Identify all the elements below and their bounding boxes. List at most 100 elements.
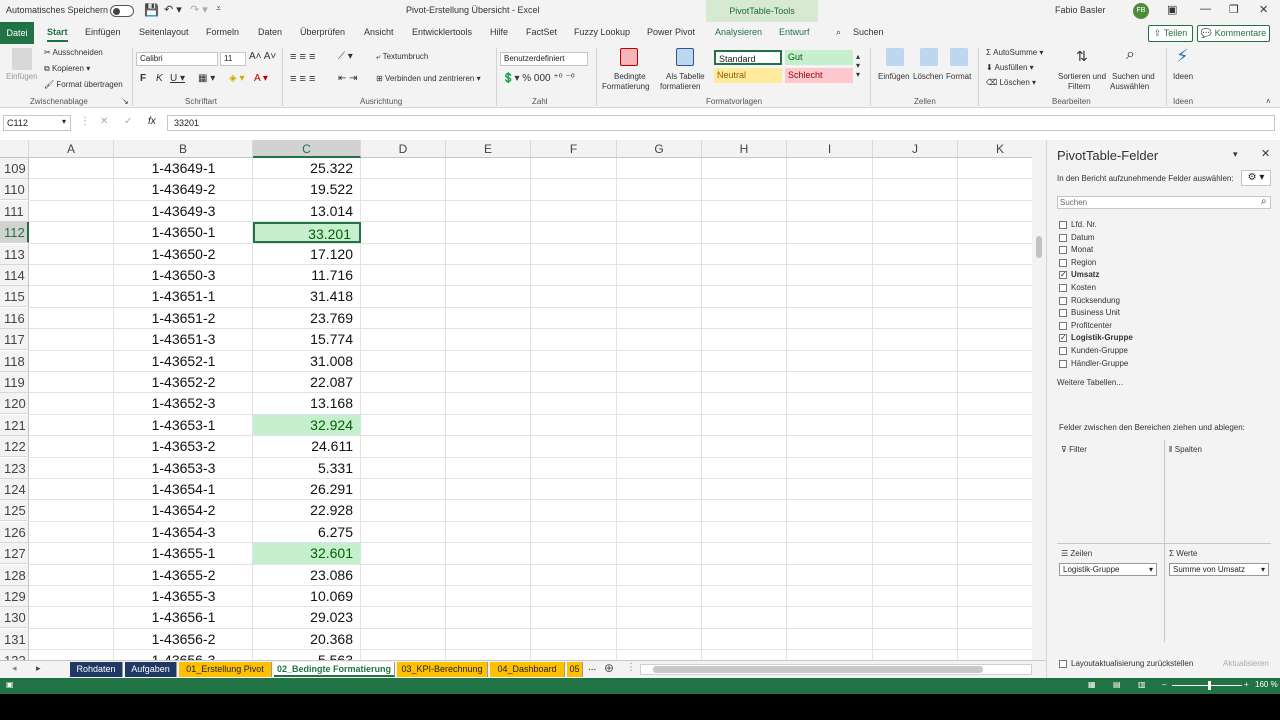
field-label[interactable]: Umsatz	[1071, 270, 1099, 279]
cell-c[interactable]: 22.928	[253, 500, 361, 521]
cell-c[interactable]: 26.291	[253, 479, 361, 500]
prev-sheet-icon[interactable]: ◂	[12, 663, 17, 674]
defer-update-checkbox[interactable]	[1059, 660, 1067, 668]
field-checkbox[interactable]	[1059, 296, 1067, 305]
column-header-d[interactable]: D	[361, 140, 446, 158]
clipboard-icon[interactable]	[12, 48, 32, 70]
column-header-a[interactable]: A	[29, 140, 114, 158]
ideas-icon[interactable]: ⚡	[1176, 46, 1189, 67]
cell-c[interactable]: 25.322	[253, 158, 361, 179]
field-label[interactable]: Kosten	[1071, 283, 1096, 292]
cell-b[interactable]: 1-43651-1	[114, 286, 253, 307]
update-button[interactable]: Aktualisieren	[1223, 659, 1269, 668]
cell-b[interactable]: 1-43649-2	[114, 179, 253, 200]
border-icon[interactable]: ▦ ▾	[198, 73, 215, 84]
style-neutral[interactable]: Neutral	[714, 68, 782, 83]
normal-view-icon[interactable]: ▦	[1088, 680, 1096, 689]
delete-cells-icon[interactable]	[920, 48, 938, 66]
field-checkbox[interactable]	[1059, 321, 1067, 330]
fill-button[interactable]: ⬇ Ausfüllen ▾	[986, 63, 1034, 72]
row-header[interactable]: 124	[0, 479, 29, 500]
field-checkbox[interactable]	[1059, 359, 1067, 368]
column-header-k[interactable]: K	[958, 140, 1032, 158]
font-color-icon[interactable]: A ▾	[254, 73, 268, 84]
row-header[interactable]: 114	[0, 265, 29, 286]
tab-power-pivot[interactable]: Power Pivot	[647, 27, 695, 37]
find-select-label2[interactable]: Auswählen	[1110, 82, 1149, 91]
tab-daten[interactable]: Daten	[258, 27, 282, 37]
paste-button[interactable]: Einfügen	[6, 72, 38, 81]
column-header-f[interactable]: F	[531, 140, 617, 158]
tab-entwicklertools[interactable]: Entwicklertools	[412, 27, 472, 37]
sheet-tab[interactable]: 05	[567, 662, 583, 677]
field-checkbox[interactable]	[1059, 284, 1067, 292]
cell-c[interactable]: 22.087	[253, 372, 361, 393]
row-header[interactable]: 109	[0, 158, 29, 179]
sheet-tab[interactable]: Rohdaten	[70, 662, 123, 677]
row-header[interactable]: 122	[0, 436, 29, 458]
column-header-b[interactable]: B	[114, 140, 253, 158]
search-label[interactable]: Suchen	[853, 27, 884, 37]
column-header-c[interactable]: C	[253, 140, 361, 158]
cell-b[interactable]: 1-43656-3	[114, 650, 253, 660]
row-header[interactable]: 110	[0, 179, 29, 201]
cell-b[interactable]: 1-43655-1	[114, 543, 253, 564]
collapse-ribbon-icon[interactable]: ˄	[1266, 97, 1271, 106]
column-header-j[interactable]: J	[873, 140, 958, 158]
cell-c[interactable]: 32.601	[253, 543, 361, 565]
tab-datei[interactable]: Datei	[0, 22, 34, 44]
cell-c[interactable]: 24.611	[253, 436, 361, 457]
insert-function-icon[interactable]: fx	[148, 116, 156, 127]
column-header-i[interactable]: I	[787, 140, 873, 158]
cell-b[interactable]: 1-43651-3	[114, 329, 253, 350]
share-button[interactable]: ⇪ Teilen	[1148, 25, 1193, 42]
rows-field-logistik-gruppe[interactable]: Logistik-Gruppe	[1059, 563, 1157, 576]
field-label[interactable]: Kunden-Gruppe	[1071, 346, 1128, 355]
split-handle-icon[interactable]: ⋮	[626, 662, 636, 673]
field-checkbox[interactable]	[1059, 258, 1067, 267]
row-header[interactable]: 115	[0, 286, 29, 308]
pane-options-icon[interactable]: ▾	[1233, 149, 1238, 160]
orientation-icon[interactable]: ⟋ ▾	[338, 51, 353, 62]
tab-entwurf[interactable]: Entwurf	[779, 27, 810, 37]
cell-c[interactable]: 23.086	[253, 565, 361, 586]
format-painter-button[interactable]: 🖌 Format übertragen	[44, 80, 123, 89]
cell-c[interactable]: 13.014	[253, 201, 361, 222]
row-header[interactable]: 111	[0, 200, 29, 222]
number-format-icons[interactable]: 💲▾ % 000 ⁺⁰ ⁻⁰	[502, 73, 575, 84]
sheet-tab[interactable]: Aufgaben	[125, 662, 177, 677]
row-header[interactable]: 128	[0, 564, 29, 586]
autosave-toggle[interactable]	[110, 5, 134, 17]
cell-c[interactable]: 29.023	[253, 607, 361, 628]
format-as-table-label2[interactable]: formatieren	[660, 82, 700, 91]
find-select-button[interactable]: Suchen und	[1112, 72, 1155, 81]
row-header[interactable]: 118	[0, 350, 29, 372]
cell-b[interactable]: 1-43652-1	[114, 351, 253, 372]
autosum-button[interactable]: Σ AutoSumme ▾	[986, 48, 1043, 57]
cut-button[interactable]: ✂ Ausschneiden	[44, 48, 103, 57]
cell-b[interactable]: 1-43654-1	[114, 479, 253, 500]
active-cell-c[interactable]: 33.201	[253, 222, 361, 244]
tab-start[interactable]: Start	[47, 27, 68, 42]
redo-icon[interactable]: ↷ ▾	[190, 3, 208, 16]
zoom-in-icon[interactable]: +	[1244, 680, 1249, 689]
cell-c[interactable]: 13.168	[253, 393, 361, 414]
cell-c[interactable]: 11.716	[253, 265, 361, 286]
zoom-slider-knob[interactable]	[1208, 681, 1211, 690]
row-header[interactable]: 119	[0, 372, 29, 393]
restore-icon[interactable]: ❐	[1229, 3, 1239, 16]
row-header[interactable]: 113	[0, 243, 29, 265]
zoom-out-icon[interactable]: –	[1162, 680, 1166, 689]
avatar[interactable]: FB	[1133, 3, 1149, 19]
conditional-format-icon[interactable]	[620, 48, 638, 66]
sort-filter-button[interactable]: Sortieren und	[1058, 72, 1106, 81]
comments-button[interactable]: 💬 Kommentare	[1197, 25, 1270, 42]
cell-c[interactable]: 32.924	[253, 414, 361, 436]
confirm-icon[interactable]: ✓	[124, 116, 132, 127]
insert-cells-button[interactable]: Einfügen	[878, 72, 910, 81]
align-left-icon[interactable]: ≡ ≡ ≡	[290, 73, 315, 85]
more-sheets[interactable]: ...	[588, 662, 596, 673]
grow-font-icon[interactable]: A˄ A˅	[249, 51, 276, 62]
select-all-corner[interactable]	[0, 140, 29, 158]
cell-b[interactable]: 1-43651-2	[114, 308, 253, 329]
